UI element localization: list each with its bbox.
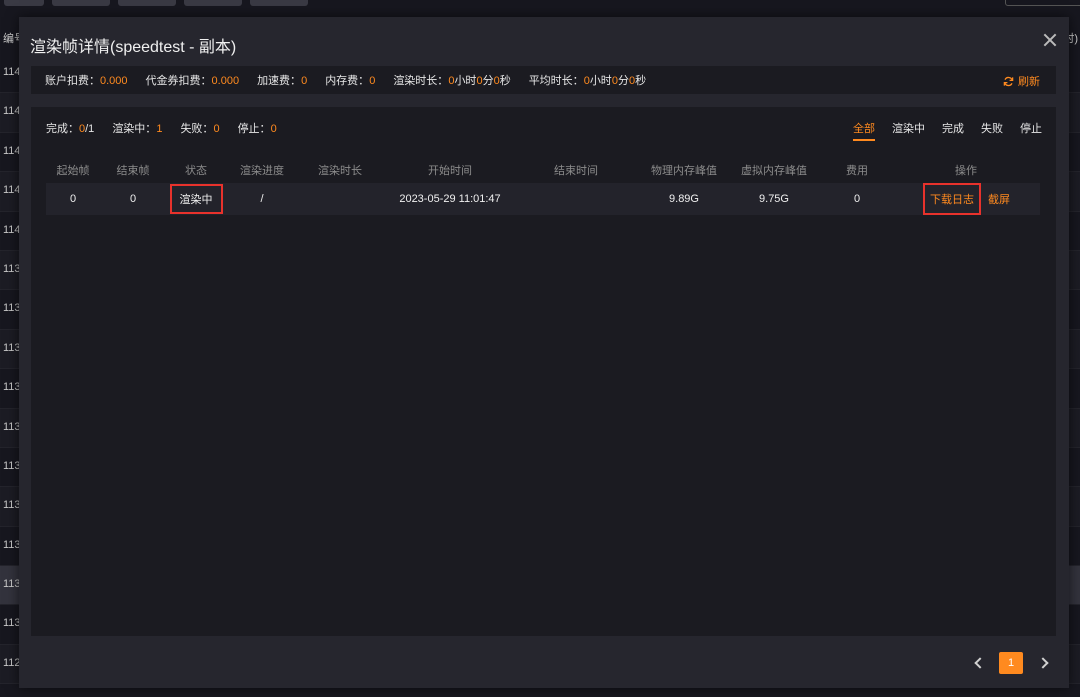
frame-stats: 完成：0/1 渲染中：1 失败：0 停止：0 xyxy=(46,120,295,136)
chevron-left-icon[interactable] xyxy=(973,656,983,670)
pagination: 1 xyxy=(973,652,1049,674)
header-status: 状态 xyxy=(185,165,207,177)
row-id: 114 xyxy=(3,223,21,236)
cell-end-frame: 0 xyxy=(129,193,137,205)
header-start-frame: 起始帧 xyxy=(56,165,90,177)
row-id: 113 xyxy=(3,459,21,472)
row-id: 113 xyxy=(3,302,21,315)
cell-virt-mem: 9.75G xyxy=(759,193,789,205)
cell-phys-mem: 9.89G xyxy=(669,193,699,205)
row-id: 114 xyxy=(3,66,21,78)
average-duration: 平均时长：0小时0分0秒 xyxy=(528,75,647,87)
cell-duration xyxy=(310,183,370,215)
refresh-button[interactable]: 刷新 xyxy=(1003,73,1040,89)
row-id: 113 xyxy=(3,499,21,512)
background-toolbar xyxy=(0,0,1080,8)
filter-rendering[interactable]: 渲染中 xyxy=(892,120,925,140)
status-badge: 渲染中 xyxy=(169,184,223,214)
row-id: 114 xyxy=(3,105,21,118)
filter-all[interactable]: 全部 xyxy=(853,120,875,141)
cell-cost: 0 xyxy=(853,193,861,205)
refresh-icon xyxy=(1003,76,1014,86)
row-id: 113 xyxy=(3,578,21,591)
stat-rendering: 渲染中：1 xyxy=(112,123,163,135)
row-id: 114 xyxy=(3,144,21,157)
screenshot-button[interactable]: 截屏 xyxy=(988,191,1010,207)
filter-failed[interactable]: 失败 xyxy=(981,120,1003,140)
row-id: 113 xyxy=(3,538,21,551)
row-id: 112 xyxy=(3,656,21,669)
bg-button[interactable] xyxy=(4,0,44,6)
chevron-right-icon[interactable] xyxy=(1039,656,1049,670)
stat-failed: 失败：0 xyxy=(180,123,220,135)
filter-stopped[interactable]: 停止 xyxy=(1020,120,1042,140)
filter-done[interactable]: 完成 xyxy=(942,120,964,140)
status-filter-tabs: 全部 渲染中 完成 失败 停止 xyxy=(853,120,1042,141)
header-end-frame: 结束帧 xyxy=(116,165,150,177)
cell-start-time: 2023-05-29 11:01:47 xyxy=(399,193,501,205)
bg-button[interactable] xyxy=(118,0,176,6)
header-progress: 渲染进度 xyxy=(240,165,284,177)
close-icon[interactable] xyxy=(1043,33,1057,47)
cell-start-frame: 0 xyxy=(69,193,77,205)
cell-screenshot: 截屏 xyxy=(984,183,1014,215)
bg-button[interactable] xyxy=(184,0,242,6)
row-id: 113 xyxy=(3,617,21,630)
bg-search-input[interactable] xyxy=(1005,0,1080,6)
frames-panel: 完成：0/1 渲染中：1 失败：0 停止：0 全部 渲染中 完成 失败 停止 起… xyxy=(31,107,1056,636)
bg-button[interactable] xyxy=(250,0,308,6)
row-id: 113 xyxy=(3,381,21,394)
cell-end-time xyxy=(536,183,616,215)
cell-status: 渲染中 xyxy=(166,183,226,215)
refresh-label: 刷新 xyxy=(1018,76,1040,88)
memory-fee: 内存费：0 xyxy=(325,75,376,87)
row-id: 113 xyxy=(3,262,21,275)
table-header: 起始帧 结束帧 状态 渲染进度 渲染时长 开始时间 结束时间 物理内存峰值 虚拟… xyxy=(46,161,1040,179)
table-row[interactable]: 0 0 渲染中 / 2023-05-29 11:01:47 9.89G 9.75… xyxy=(46,183,1040,215)
fee-info-bar: 账户扣费：0.000 代金券扣费：0.000 加速费：0 内存费：0 渲染时长：… xyxy=(31,66,1056,94)
page-number[interactable]: 1 xyxy=(999,652,1023,674)
accel-fee: 加速费：0 xyxy=(257,75,308,87)
header-start-time: 开始时间 xyxy=(428,165,472,177)
header-actions: 操作 xyxy=(955,165,977,177)
voucher-fee: 代金券扣费：0.000 xyxy=(145,75,240,87)
modal-title: 渲染帧详情(speedtest - 副本) xyxy=(30,39,237,56)
header-duration: 渲染时长 xyxy=(318,165,362,177)
cell-progress: / xyxy=(260,193,264,205)
header-end-time: 结束时间 xyxy=(554,165,598,177)
stat-done: 完成：0/1 xyxy=(46,123,95,135)
cell-download: 下载日志 xyxy=(922,183,982,215)
frame-details-modal: 渲染帧详情(speedtest - 副本) 账户扣费：0.000 代金券扣费：0… xyxy=(19,17,1069,688)
row-id: 114 xyxy=(3,184,21,197)
render-duration: 渲染时长：0小时0分0秒 xyxy=(393,75,511,87)
header-cost: 费用 xyxy=(846,165,868,177)
bg-button[interactable] xyxy=(52,0,110,6)
download-log-button[interactable]: 下载日志 xyxy=(923,183,981,215)
row-id: 113 xyxy=(3,420,21,433)
row-id: 113 xyxy=(3,341,21,354)
account-fee: 账户扣费：0.000 xyxy=(45,75,128,87)
header-phys-mem: 物理内存峰值 xyxy=(651,165,717,177)
stat-stopped: 停止：0 xyxy=(237,123,277,135)
header-virt-mem: 虚拟内存峰值 xyxy=(741,165,807,177)
